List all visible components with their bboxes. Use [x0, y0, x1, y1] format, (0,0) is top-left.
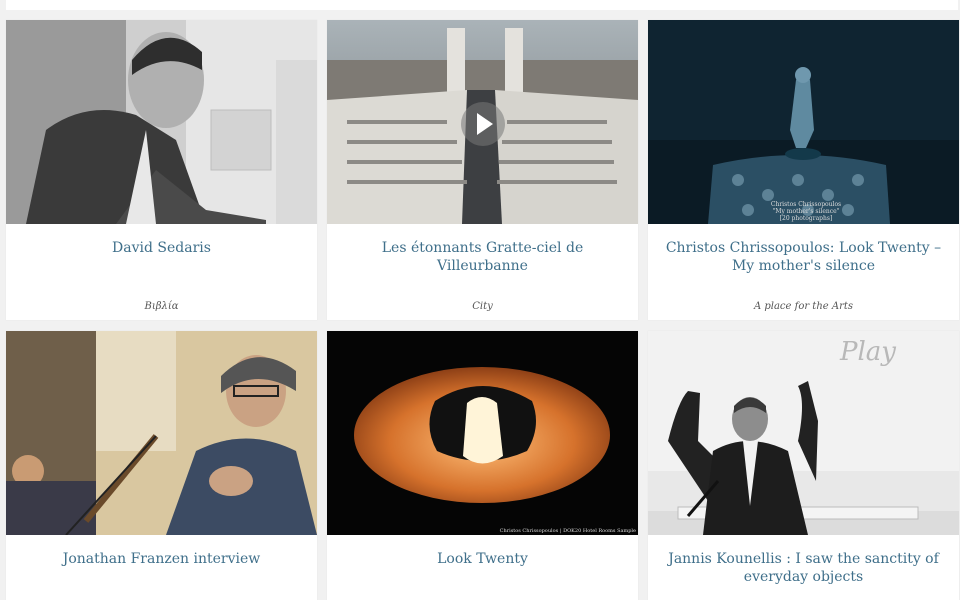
post-card-look-twenty-mothers-silence[interactable]: Christos Chrissopoulos "My mother's sile…	[648, 20, 959, 320]
post-thumbnail[interactable]: Play	[648, 331, 959, 535]
top-bar	[6, 0, 958, 10]
play-icon[interactable]	[461, 102, 505, 146]
post-card-jannis-kounellis[interactable]: Play Jannis Kounellis : I saw the sancti…	[648, 331, 959, 600]
post-title[interactable]: Jannis Kounellis : I saw the sanctity of…	[658, 550, 949, 586]
post-title[interactable]: Jonathan Franzen interview	[16, 550, 307, 568]
caption-line: [20 photographs]	[779, 215, 833, 222]
post-thumbnail[interactable]	[6, 331, 317, 535]
post-thumbnail[interactable]	[327, 20, 638, 224]
photo-caption: Christos Chrissopoulos "My mother's sile…	[766, 201, 846, 222]
post-card-gratte-ciel[interactable]: Les étonnants Gratte-ciel de Villeurbann…	[327, 20, 638, 320]
post-thumbnail[interactable]: Christos Chrissopoulos | DOK20 Hotel Roo…	[327, 331, 638, 535]
post-title[interactable]: Christos Chrissopoulos: Look Twenty – My…	[658, 239, 949, 275]
post-card-david-sedaris[interactable]: David Sedaris Βιβλία	[6, 20, 317, 320]
post-title[interactable]: Look Twenty	[337, 550, 628, 568]
post-category[interactable]: A place for the Arts	[648, 301, 959, 312]
play-sign: Play	[840, 337, 896, 367]
post-card-jonathan-franzen[interactable]: Jonathan Franzen interview	[6, 331, 317, 600]
post-thumbnail[interactable]: Christos Chrissopoulos "My mother's sile…	[648, 20, 959, 224]
post-category[interactable]: Βιβλία	[6, 301, 317, 312]
post-title[interactable]: David Sedaris	[16, 239, 307, 257]
caption-line: "My mother's silence"	[772, 208, 840, 215]
post-title[interactable]: Les étonnants Gratte-ciel de Villeurbann…	[337, 239, 628, 275]
post-category[interactable]: City	[327, 301, 638, 312]
photo-caption: Christos Chrissopoulos | DOK20 Hotel Roo…	[499, 528, 636, 534]
caption-line: Christos Chrissopoulos	[770, 201, 842, 208]
post-thumbnail[interactable]	[6, 20, 317, 224]
post-card-look-twenty[interactable]: Christos Chrissopoulos | DOK20 Hotel Roo…	[327, 331, 638, 600]
